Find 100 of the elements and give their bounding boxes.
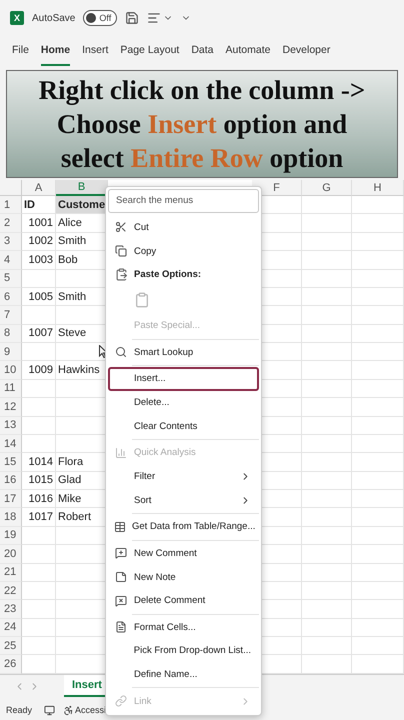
accessibility-status[interactable]: Accessi (75, 705, 106, 715)
table-cell (352, 380, 404, 398)
table-cell (22, 582, 56, 600)
row-header[interactable]: 24 (0, 618, 22, 637)
row-header[interactable]: 4 (0, 251, 22, 270)
row-header[interactable]: 21 (0, 564, 22, 582)
table-cell (302, 251, 352, 270)
autosave-toggle[interactable]: Off (83, 10, 118, 26)
chart-icon (115, 446, 127, 459)
table-cell: 1007 (22, 324, 56, 343)
row-header[interactable]: 3 (0, 232, 22, 252)
table-cell (352, 270, 404, 288)
row-header[interactable]: 20 (0, 545, 22, 564)
menu-item[interactable]: Delete Comment (108, 588, 259, 613)
menu-item[interactable]: Insert... (108, 367, 259, 391)
accessibility-icon[interactable] (63, 704, 74, 716)
scissors-icon (115, 221, 127, 234)
row-header[interactable]: 1 (0, 196, 22, 214)
table-cell: 1005 (22, 288, 56, 306)
table-cell (352, 306, 404, 325)
menu-item[interactable]: New Note (108, 565, 259, 589)
ribbon-tab[interactable]: Insert (82, 36, 108, 66)
menu-item[interactable]: Filter (108, 464, 259, 488)
row-header[interactable]: 26 (0, 655, 22, 674)
align-icon[interactable] (147, 11, 162, 25)
table-cell (302, 380, 352, 398)
clipboard-icon (114, 268, 128, 282)
table-cell (22, 600, 56, 619)
table-cell (302, 416, 352, 435)
table-cell (22, 434, 56, 454)
document-icon (115, 621, 127, 634)
menu-item[interactable]: Smart Lookup (108, 340, 259, 364)
caption-text: Right click on the column -> Choose Insert option and select Entire Row option (38, 74, 366, 175)
table-cell (352, 232, 404, 252)
row-header[interactable]: 14 (0, 434, 22, 454)
row-header[interactable]: 25 (0, 637, 22, 656)
table-cell (352, 600, 404, 619)
table-cell (352, 251, 404, 270)
table-cell (302, 508, 352, 527)
row-header[interactable]: 18 (0, 508, 22, 527)
row-header[interactable]: 15 (0, 453, 22, 472)
column-header[interactable]: H (352, 180, 404, 196)
menu-item[interactable]: Delete... (108, 390, 259, 414)
row-header[interactable]: 23 (0, 600, 22, 619)
table-cell (22, 270, 56, 288)
table-cell (352, 526, 404, 546)
column-header[interactable]: A (22, 180, 56, 196)
table-cell: 1016 (22, 490, 56, 508)
menu-item[interactable]: Copy (108, 239, 259, 263)
monitor-icon[interactable] (44, 704, 56, 716)
save-icon[interactable] (125, 11, 140, 25)
ribbon-tab[interactable]: Developer (282, 36, 330, 66)
table-cell (302, 637, 352, 656)
table-cell (352, 564, 404, 582)
ribbon-tab[interactable]: Home (40, 36, 70, 66)
row-header[interactable]: 16 (0, 472, 22, 490)
table-cell (22, 398, 56, 416)
row-header[interactable]: 8 (0, 324, 22, 343)
row-header[interactable]: 12 (0, 398, 22, 416)
row-header[interactable]: 19 (0, 526, 22, 546)
menu-item[interactable]: Sort (108, 488, 259, 512)
table-cell (302, 582, 352, 600)
table-cell (302, 600, 352, 619)
menu-item[interactable]: Get Data from Table/Range... (108, 514, 259, 539)
column-header[interactable]: B (56, 180, 108, 196)
menu-item[interactable]: Pick From Drop-down List... (108, 639, 259, 663)
menu-item[interactable]: New Comment (108, 542, 259, 566)
table-cell (22, 380, 56, 398)
row-header[interactable]: 11 (0, 380, 22, 398)
table-cell (352, 508, 404, 527)
row-header[interactable]: 10 (0, 361, 22, 380)
row-header[interactable]: 9 (0, 343, 22, 362)
row-header[interactable]: 22 (0, 582, 22, 600)
column-header[interactable]: G (302, 180, 352, 196)
table-cell: 1009 (22, 361, 56, 380)
table-cell (302, 343, 352, 362)
ribbon-tab[interactable]: Automate (226, 36, 270, 66)
table-cell (352, 637, 404, 656)
row-header[interactable]: 5 (0, 270, 22, 288)
row-header[interactable]: 17 (0, 490, 22, 508)
search-field[interactable]: Search the menus (108, 189, 259, 213)
status-text: Ready (6, 705, 32, 715)
menu-item[interactable]: Cut (108, 216, 259, 240)
table-cell (22, 637, 56, 656)
table-cell (302, 288, 352, 306)
menu-item[interactable]: Clear Contents (108, 414, 259, 438)
table-cell (22, 526, 56, 546)
row-header[interactable]: 6 (0, 288, 22, 306)
row-header[interactable]: 7 (0, 306, 22, 325)
menu-item[interactable]: Format Cells... (108, 616, 259, 640)
table-cell: 1002 (22, 232, 56, 252)
ribbon-tab[interactable]: Data (191, 36, 214, 66)
menu-item[interactable]: Define Name... (108, 662, 259, 686)
search-icon (115, 346, 127, 358)
ribbon-tab[interactable]: Page Layout (120, 36, 180, 66)
app-logo: X (10, 11, 24, 25)
ribbon-tab[interactable]: File (12, 36, 29, 66)
row-header[interactable]: 2 (0, 214, 22, 233)
table-cell (22, 416, 56, 435)
row-header[interactable]: 13 (0, 416, 22, 435)
